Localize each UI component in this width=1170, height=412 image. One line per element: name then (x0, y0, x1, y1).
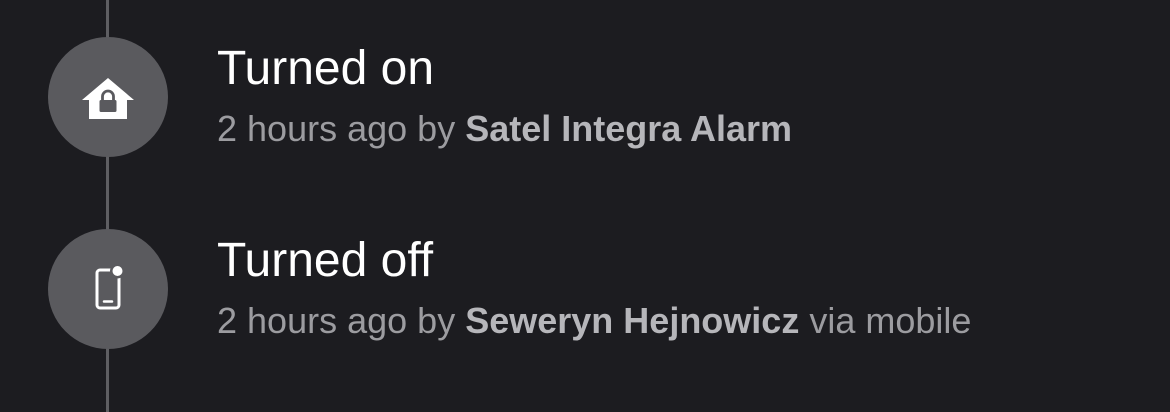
entry-time: 2 hours ago (217, 108, 408, 149)
entry-context: via mobile (809, 300, 972, 341)
entry-actor[interactable]: Seweryn Hejnowicz (465, 300, 799, 341)
logbook-entry: Turned off 2 hours ago by Seweryn Hejnow… (0, 229, 1170, 349)
entry-icon-badge (48, 37, 168, 157)
entry-meta: 2 hours ago by Satel Integra Alarm (217, 107, 792, 151)
entry-time: 2 hours ago (217, 300, 408, 341)
entry-by: by (417, 300, 456, 341)
entry-icon-badge (48, 229, 168, 349)
logbook-entry: Turned on 2 hours ago by Satel Integra A… (0, 37, 1170, 157)
cellphone-icon (95, 263, 125, 310)
entry-meta: 2 hours ago by Seweryn Hejnowicz via mob… (217, 299, 971, 343)
entry-by: by (417, 108, 456, 149)
entry-title: Turned on (217, 42, 435, 95)
entry-title: Turned off (217, 234, 434, 287)
entry-actor[interactable]: Satel Integra Alarm (465, 108, 792, 149)
home-lock-icon (82, 78, 134, 119)
